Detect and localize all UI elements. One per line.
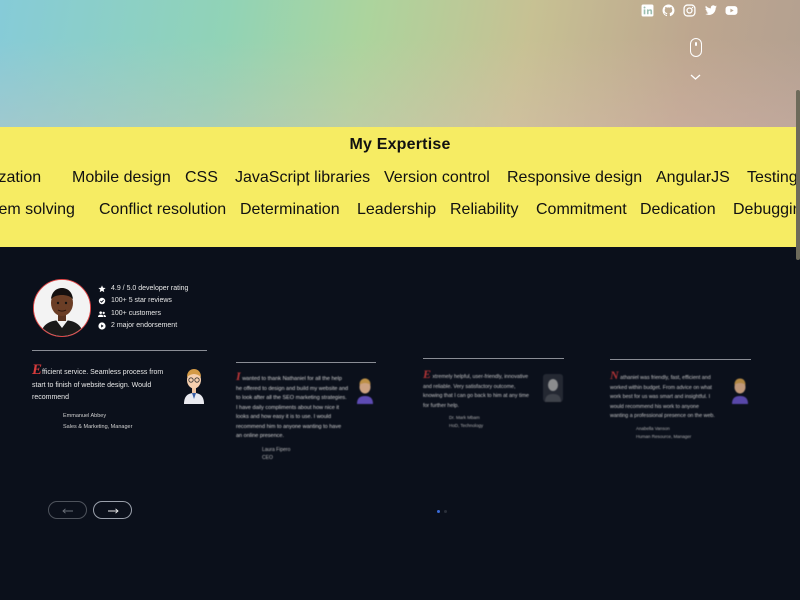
testimonial-text: would recommend his work to anyone xyxy=(610,403,699,410)
avatar xyxy=(543,374,563,402)
skill-item: Reliability xyxy=(450,201,519,218)
testimonial-text: an online presence. xyxy=(236,433,285,439)
testimonial-initial: N xyxy=(610,368,619,382)
testimonial-divider xyxy=(610,359,751,360)
profile-stats: 4.9 / 5.0 developer rating 100+ 5 star r… xyxy=(98,283,188,332)
linkedin-icon[interactable] xyxy=(640,3,655,18)
skill-item: Debuggin xyxy=(733,201,800,218)
testimonial-card: Efficient service. Seamless process from… xyxy=(32,362,172,433)
testimonial-initial: I xyxy=(236,369,241,383)
testimonial-text: I have daily compliments about how nice … xyxy=(236,404,340,411)
skill-item: Mobile design xyxy=(72,169,171,186)
testimonial-text: to look after all the SEO marketing stra… xyxy=(236,395,347,401)
skill-item: blem solving xyxy=(0,201,75,218)
badge-icon xyxy=(98,297,106,305)
skill-item: CSS xyxy=(185,169,218,186)
testimonial-author: Dr. Mark Mbam xyxy=(449,415,480,420)
profile-card: 4.9 / 5.0 developer rating 100+ 5 star r… xyxy=(30,278,205,348)
arrow-right-icon xyxy=(107,501,119,519)
chevron-down-icon[interactable] xyxy=(690,68,701,86)
testimonial-divider xyxy=(423,358,564,359)
youtube-icon[interactable] xyxy=(724,3,739,18)
expertise-section: My Expertise nization Mobile design CSS … xyxy=(0,127,800,247)
expertise-title: My Expertise xyxy=(349,136,451,153)
testimonial-divider xyxy=(32,350,207,351)
scroll-mouse-icon[interactable] xyxy=(690,38,702,57)
star-icon xyxy=(98,285,106,293)
testimonial-text: work best for us was smart and insightfu… xyxy=(610,394,711,400)
testimonial-role: Human Resource, Manager xyxy=(636,433,692,439)
endorsements-text: 2 major endorsement xyxy=(111,321,178,329)
memoji-avatar xyxy=(356,376,374,404)
avatar xyxy=(33,279,91,337)
testimonial-author: Emmanuel Abbey xyxy=(63,412,107,419)
testimonial-text: xtremely helpful, user-friendly, innovat… xyxy=(432,374,529,380)
testimonial-initial: E xyxy=(423,367,432,381)
skill-item: Version control xyxy=(384,169,490,186)
skill-item: Testing xyxy=(747,169,798,186)
testimonial-text: start to finish of website design. Would xyxy=(32,381,152,389)
rating-text: 4.9 / 5.0 developer rating xyxy=(111,285,189,292)
testimonial-role: CEO xyxy=(262,454,273,461)
testimonial-divider xyxy=(236,362,376,363)
skill-item: Commitment xyxy=(536,201,627,218)
users-icon xyxy=(98,310,106,318)
skill-item: Conflict resolution xyxy=(99,201,227,218)
page-scrollbar[interactable] xyxy=(796,90,800,260)
carousel-dot[interactable] xyxy=(444,510,447,513)
testimonial-role: Sales & Marketing, Manager xyxy=(63,423,133,430)
skill-item: Leadership xyxy=(357,201,437,218)
testimonial-initial: E xyxy=(32,362,43,378)
customers-text: 100+ customers xyxy=(111,309,161,317)
github-icon[interactable] xyxy=(661,3,676,18)
next-button[interactable] xyxy=(93,501,132,519)
testimonial-card: E xtremely helpful, user-friendly, innov… xyxy=(423,367,547,430)
prev-button[interactable] xyxy=(48,501,87,519)
twitter-icon[interactable] xyxy=(703,3,718,18)
testimonial-author: Laura Fipero xyxy=(262,446,291,453)
testimonial-author: Anabella Vanson xyxy=(636,425,670,431)
testimonial-card: N athaniel was friendly, fast, efficient… xyxy=(610,368,734,441)
testimonial-text: looks and how easy it is to use. I would xyxy=(236,414,332,420)
social-links xyxy=(640,3,739,18)
reviews-text: 100+ 5 star reviews xyxy=(111,297,172,305)
skill-item: Determination xyxy=(240,201,340,218)
testimonial-text: he offered to design and build my websit… xyxy=(236,385,349,392)
skill-item: JavaScript libraries xyxy=(235,169,371,186)
testimonial-text: athaniel was friendly, fast, efficient a… xyxy=(620,375,711,381)
skill-item: nization xyxy=(0,169,42,186)
play-circle-icon xyxy=(98,322,106,330)
testimonial-text: worked within budget. From advice on wha… xyxy=(610,384,712,391)
testimonial-text: wanting a professional presence on the w… xyxy=(610,413,715,419)
skill-item: Dedication xyxy=(640,201,716,218)
testimonial-text: and reliable. Very satisfactory outcome, xyxy=(423,383,516,390)
hero-banner xyxy=(0,0,800,127)
memoji-avatar xyxy=(731,376,749,404)
carousel-dot-active[interactable] xyxy=(437,510,440,513)
arrow-left-icon xyxy=(61,501,74,519)
testimonial-role: HoD, Technology xyxy=(449,423,484,428)
testimonial-text: recommend xyxy=(32,394,69,401)
skill-item: AngularJS xyxy=(656,169,730,186)
testimonial-text: for further help. xyxy=(423,402,459,409)
testimonial-card: I wanted to thank Nathaniel for all the … xyxy=(236,369,360,462)
testimonial-text: wanted to thank Nathaniel for all the he… xyxy=(242,376,342,382)
testimonial-text: recommend him to anyone wanting to have xyxy=(236,423,342,430)
memoji-avatar xyxy=(182,366,206,404)
testimonial-text: knowing that I can go back to him at any… xyxy=(423,393,529,399)
skill-item: Responsive design xyxy=(507,169,643,186)
instagram-icon[interactable] xyxy=(682,3,697,18)
testimonial-text: fficient service. Seamless process from xyxy=(42,369,164,376)
